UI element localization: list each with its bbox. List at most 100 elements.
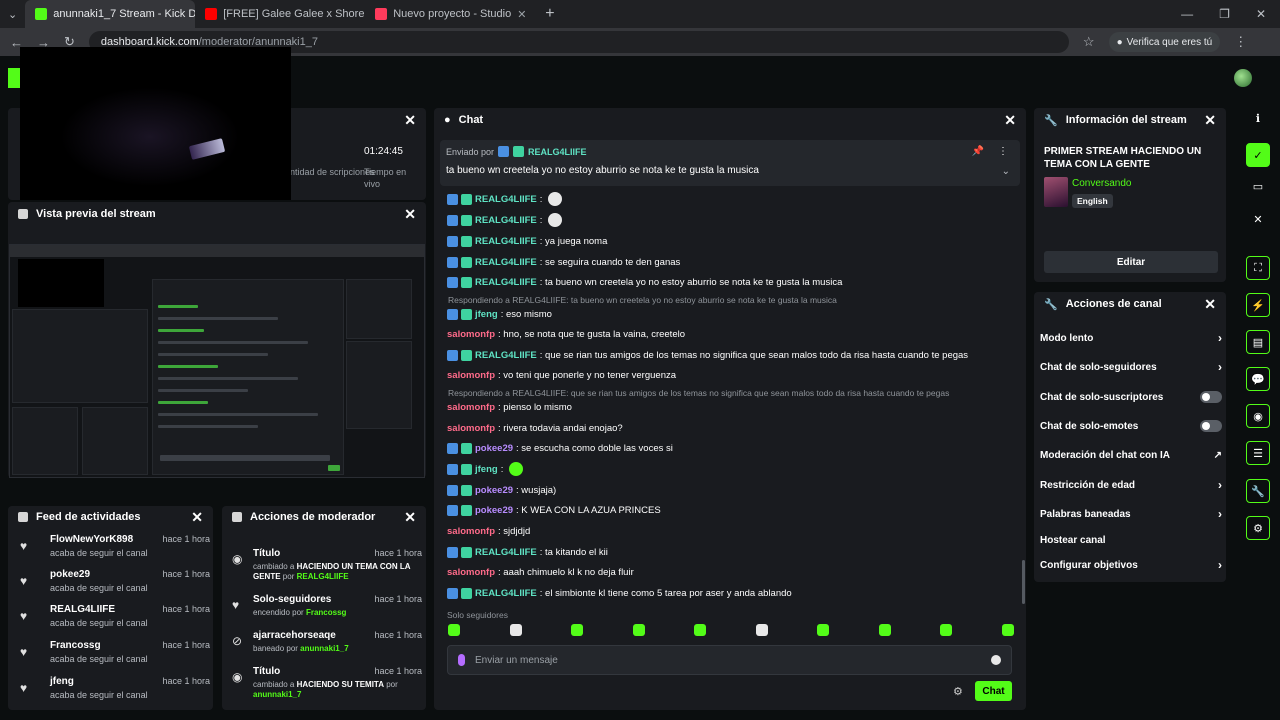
chat-username[interactable]: salomonfp — [447, 329, 495, 340]
chat-message[interactable]: pokee29: wusjaja) — [447, 482, 556, 498]
chat-username[interactable]: pokee29 — [475, 505, 513, 516]
chat-username[interactable]: REALG4LIIFE — [475, 350, 537, 361]
emotes-only-item[interactable]: Chat de solo-emotes — [1040, 418, 1222, 434]
chat-message[interactable]: REALG4LIIFE: ya juega noma — [447, 233, 607, 249]
chat-username[interactable]: salomonfp — [447, 370, 495, 381]
followers-only-item[interactable]: Chat de solo-seguidores › — [1040, 359, 1222, 375]
browser-tab-kick[interactable]: anunnaki1_7 Stream - Kick Das ✕ — [25, 0, 196, 28]
chat-message[interactable]: REALG4LIIFE: el simbionte kl tiene como … — [447, 585, 792, 601]
send-chat-button[interactable]: Chat — [975, 681, 1012, 701]
broadcast-icon[interactable]: ◉ — [1246, 404, 1270, 428]
chat-username[interactable]: salomonfp — [447, 402, 495, 413]
settings-icon[interactable]: ⚙ — [1246, 516, 1270, 540]
emote-icon[interactable] — [694, 624, 707, 636]
pin-icon[interactable]: 📌 — [972, 146, 984, 157]
chat-input[interactable]: Enviar un mensaje — [447, 645, 1012, 675]
chat-icon[interactable]: 💬 — [1246, 367, 1270, 391]
slow-mode-item[interactable]: Modo lento › — [1040, 330, 1222, 346]
new-tab-icon[interactable]: + — [535, 5, 564, 23]
bookmark-star-icon[interactable]: ☆ — [1083, 34, 1095, 50]
chat-message[interactable]: REALG4LIIFE: que se rian tus amigos de l… — [447, 347, 968, 363]
chat-message[interactable]: salomonfp: pienso lo mismo — [447, 399, 572, 415]
banned-words-item[interactable]: Palabras baneadas › — [1040, 506, 1222, 522]
microphone-icon[interactable] — [458, 654, 465, 666]
chat-message[interactable]: REALG4LIIFE: se seguira cuando te den ga… — [447, 254, 680, 270]
stream-category[interactable]: Conversando — [1072, 178, 1131, 189]
list-item[interactable]: ♥ jfeng acaba de seguir el canal hace 1 … — [20, 676, 210, 710]
emoji-picker-icon[interactable] — [991, 655, 1001, 665]
close-icon[interactable]: ✕ — [404, 206, 416, 223]
chat-message[interactable]: pokee29: K WEA CON LA AZUA PRINCES — [447, 502, 661, 518]
close-icon[interactable]: ✕ — [404, 509, 416, 526]
age-restriction-item[interactable]: Restricción de edad › — [1040, 477, 1222, 493]
list-item[interactable]: ♥ Francossg acaba de seguir el canal hac… — [20, 640, 210, 674]
chat-username[interactable]: REALG4LIIFE — [475, 257, 537, 268]
chat-message[interactable]: jfeng: — [447, 461, 524, 477]
chat-message[interactable]: REALG4LIIFE: — [447, 191, 563, 207]
pinned-user[interactable]: REALG4LIIFE — [528, 147, 587, 157]
chevron-down-icon[interactable]: ⌄ — [1002, 166, 1010, 177]
browser-tab-studio[interactable]: Nuevo proyecto - Studio ✕ — [365, 0, 535, 28]
goals-item[interactable]: Configurar objetivos › — [1040, 557, 1222, 573]
emote-icon[interactable] — [755, 624, 768, 636]
subscribers-only-item[interactable]: Chat de solo-suscriptores — [1040, 389, 1222, 405]
close-icon[interactable]: ✕ — [1204, 112, 1216, 129]
chat-username[interactable]: REALG4LIIFE — [475, 588, 537, 599]
gear-icon[interactable]: ⚙ — [953, 685, 963, 698]
emote-icon[interactable] — [571, 624, 584, 636]
emote-icon[interactable] — [940, 624, 953, 636]
list-item[interactable]: ◉ Título hace 1 hora cambiado a HACIENDO… — [232, 666, 422, 700]
preview-icon[interactable]: ⛶ — [1246, 256, 1270, 280]
emote-icon[interactable] — [632, 624, 645, 636]
close-icon[interactable]: ✕ — [404, 112, 416, 129]
emote-icon[interactable] — [509, 624, 522, 636]
video-overlay[interactable] — [20, 47, 291, 200]
subscribers-only-toggle[interactable] — [1200, 391, 1222, 403]
host-channel-item[interactable]: Hostear canal — [1040, 532, 1222, 548]
tab-list-icon[interactable]: ⌄ — [0, 8, 25, 21]
chat-message[interactable]: REALG4LIIFE: ta kitando el kii — [447, 544, 608, 560]
emote-icon[interactable] — [817, 624, 830, 636]
chat-message[interactable]: pokee29: se escucha como doble las voces… — [447, 440, 673, 456]
check-icon[interactable]: ✓ — [1246, 143, 1270, 167]
chat-username[interactable]: pokee29 — [475, 443, 513, 454]
stream-preview-image[interactable] — [9, 244, 425, 478]
chat-username[interactable]: jfeng — [475, 464, 498, 475]
chat-username[interactable]: salomonfp — [447, 567, 495, 578]
list-item[interactable]: ◉ Título hace 1 hora cambiado a HACIENDO… — [232, 548, 422, 582]
emote-icon[interactable] — [448, 624, 460, 636]
chat-scrollbar[interactable] — [1022, 560, 1025, 604]
emotes-only-toggle[interactable] — [1200, 420, 1222, 432]
chat-username[interactable]: REALG4LIIFE — [475, 194, 537, 205]
list-item[interactable]: ⊘ ajarracehorseaqe hace 1 hora baneado p… — [232, 630, 422, 664]
close-window-icon[interactable]: ✕ — [1256, 7, 1266, 21]
more-options-icon[interactable]: ⋮ — [998, 146, 1008, 157]
info-icon[interactable]: ℹ — [1246, 106, 1270, 130]
list-item[interactable]: ♥ pokee29 acaba de seguir el canal hace … — [20, 569, 210, 603]
close-icon[interactable]: ✕ — [1246, 207, 1270, 231]
list-icon[interactable]: ☰ — [1246, 441, 1270, 465]
chat-message[interactable]: jfeng: eso mismo — [447, 306, 552, 322]
chat-username[interactable]: pokee29 — [475, 485, 513, 496]
layout-icon[interactable]: ▭ — [1246, 174, 1270, 198]
maximize-icon[interactable]: ❐ — [1219, 7, 1230, 21]
chat-username[interactable]: REALG4LIIFE — [475, 547, 537, 558]
clipboard-icon[interactable]: ▤ — [1246, 330, 1270, 354]
chat-message[interactable]: salomonfp: hno, se nota que te gusta la … — [447, 326, 685, 342]
bolt-icon[interactable]: ⚡ — [1246, 293, 1270, 317]
chat-username[interactable]: salomonfp — [447, 526, 495, 537]
wrench-icon[interactable]: 🔧 — [1246, 479, 1270, 503]
close-icon[interactable]: ✕ — [191, 509, 203, 526]
chat-username[interactable]: jfeng — [475, 309, 498, 320]
chat-message[interactable]: salomonfp: sjdjdjd — [447, 523, 530, 539]
chat-username[interactable]: REALG4LIIFE — [475, 236, 537, 247]
ai-moderation-item[interactable]: Moderación del chat con IA ↗ — [1040, 447, 1222, 463]
chat-username[interactable]: REALG4LIIFE — [475, 215, 537, 226]
chat-message[interactable]: salomonfp: rivera todavia andai enojao? — [447, 420, 623, 436]
edit-button[interactable]: Editar — [1044, 251, 1218, 273]
list-item[interactable]: ♥ REALG4LIIFE acaba de seguir el canal h… — [20, 604, 210, 638]
menu-dots-icon[interactable]: ⋮ — [1234, 34, 1247, 50]
chat-message[interactable]: salomonfp: vo teni que ponerle y no tene… — [447, 367, 676, 383]
emote-icon[interactable] — [1001, 624, 1014, 636]
chat-message[interactable]: salomonfp: aaah chimuelo kl k no deja fl… — [447, 564, 634, 580]
